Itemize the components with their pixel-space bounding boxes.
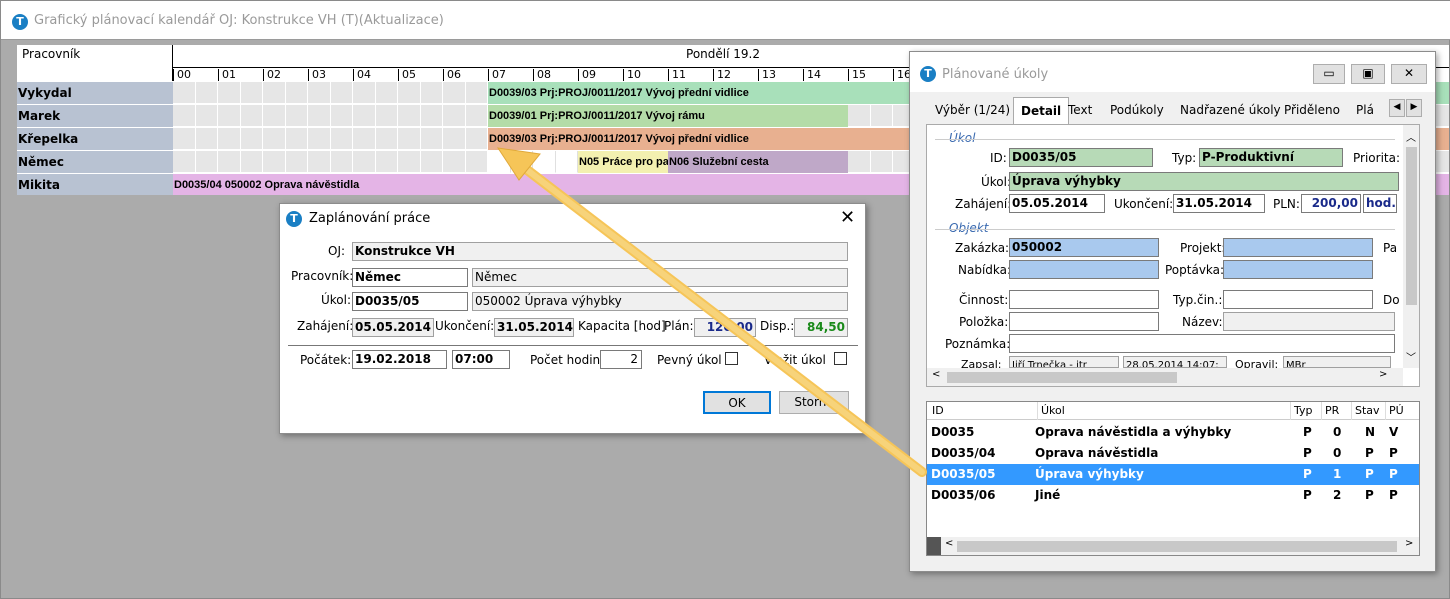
- arrow-shaft-highlight: [519, 163, 925, 475]
- annotation-arrow: [496, 147, 927, 477]
